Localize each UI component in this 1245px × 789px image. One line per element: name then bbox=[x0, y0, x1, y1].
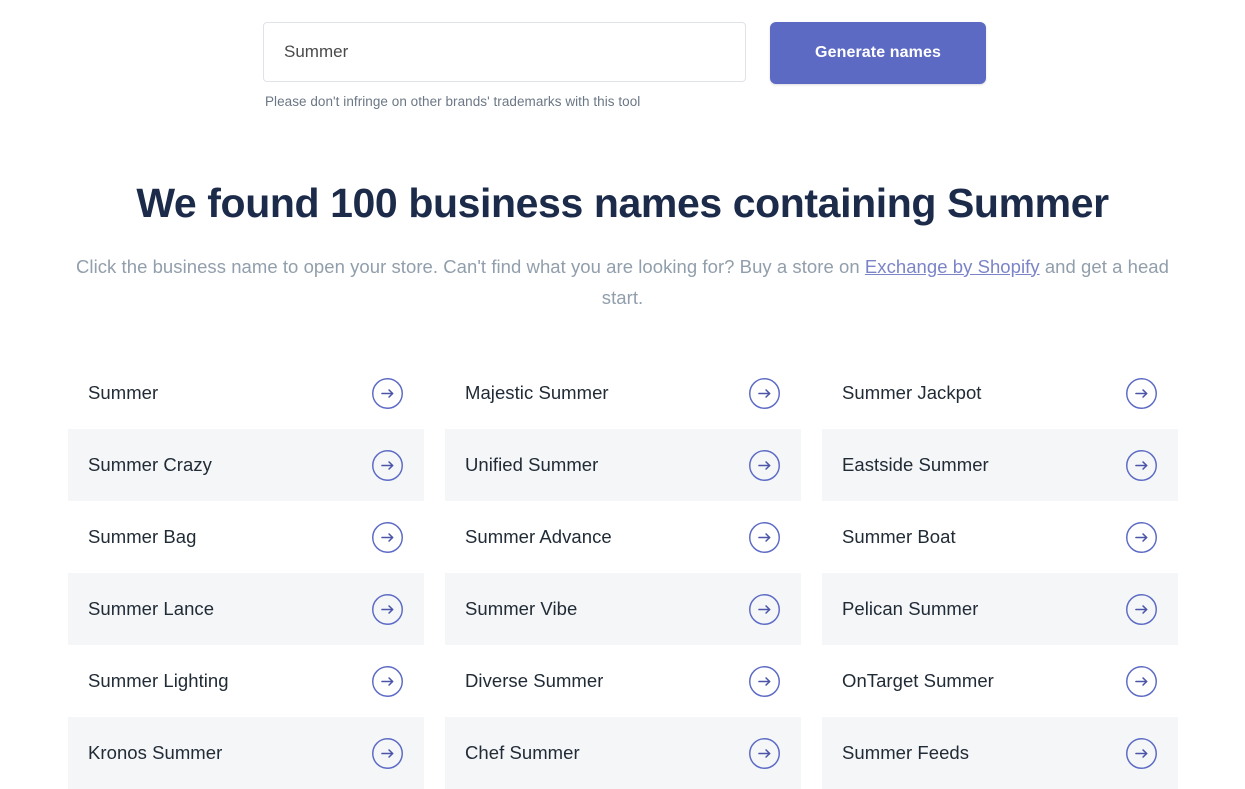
business-name-label: Summer Lighting bbox=[88, 670, 229, 691]
business-name-label: Unified Summer bbox=[465, 454, 599, 475]
business-name-row[interactable]: Summer Bag bbox=[68, 501, 424, 573]
subtitle-text-before: Click the business name to open your sto… bbox=[76, 255, 865, 277]
page-subtitle: Click the business name to open your sto… bbox=[73, 251, 1173, 313]
arrow-right-circle-icon[interactable] bbox=[1125, 521, 1158, 554]
results-column-1: Summer Summer Crazy Summer Bag Summer Lance… bbox=[68, 357, 424, 789]
business-name-row[interactable]: Summer Lance bbox=[68, 573, 424, 645]
business-name-label: Chef Summer bbox=[465, 742, 580, 763]
business-name-label: Summer Jackpot bbox=[842, 382, 982, 403]
arrow-right-circle-icon[interactable] bbox=[371, 593, 404, 626]
business-name-row[interactable]: Summer Jackpot bbox=[822, 357, 1178, 429]
business-name-row[interactable]: Summer Vibe bbox=[445, 573, 801, 645]
business-name-row[interactable]: Summer bbox=[68, 357, 424, 429]
results-grid: Summer Summer Crazy Summer Bag Summer Lance… bbox=[68, 357, 1178, 789]
results-column-3: Summer Jackpot Eastside Summer Summer Boat… bbox=[822, 357, 1178, 789]
business-name-row[interactable]: Diverse Summer bbox=[445, 645, 801, 717]
business-name-row[interactable]: Summer Crazy bbox=[68, 429, 424, 501]
keyword-input[interactable] bbox=[263, 22, 746, 82]
business-name-label: Summer Crazy bbox=[88, 454, 212, 475]
business-name-label: Diverse Summer bbox=[465, 670, 604, 691]
arrow-right-circle-icon[interactable] bbox=[371, 521, 404, 554]
business-name-row[interactable]: Chef Summer bbox=[445, 717, 801, 789]
arrow-right-circle-icon[interactable] bbox=[1125, 377, 1158, 410]
arrow-right-circle-icon[interactable] bbox=[1125, 665, 1158, 698]
business-name-label: OnTarget Summer bbox=[842, 670, 994, 691]
arrow-right-circle-icon[interactable] bbox=[371, 737, 404, 770]
arrow-right-circle-icon[interactable] bbox=[748, 449, 781, 482]
business-name-label: Summer Lance bbox=[88, 598, 215, 619]
business-name-label: Majestic Summer bbox=[465, 382, 609, 403]
business-name-row[interactable]: Eastside Summer bbox=[822, 429, 1178, 501]
business-name-label: Summer Bag bbox=[88, 526, 197, 547]
trademark-helper-text: Please don't infringe on other brands' t… bbox=[265, 94, 641, 109]
page-title: We found 100 business names containing S… bbox=[136, 180, 1109, 227]
business-name-row[interactable]: Pelican Summer bbox=[822, 573, 1178, 645]
business-name-label: Summer bbox=[88, 382, 159, 403]
arrow-right-circle-icon[interactable] bbox=[748, 377, 781, 410]
arrow-right-circle-icon[interactable] bbox=[748, 593, 781, 626]
arrow-right-circle-icon[interactable] bbox=[1125, 737, 1158, 770]
arrow-right-circle-icon[interactable] bbox=[748, 737, 781, 770]
arrow-right-circle-icon[interactable] bbox=[748, 665, 781, 698]
business-name-row[interactable]: Unified Summer bbox=[445, 429, 801, 501]
arrow-right-circle-icon[interactable] bbox=[371, 377, 404, 410]
business-name-label: Summer Feeds bbox=[842, 742, 970, 763]
business-name-row[interactable]: Summer Boat bbox=[822, 501, 1178, 573]
arrow-right-circle-icon[interactable] bbox=[371, 449, 404, 482]
search-row: Generate names bbox=[0, 0, 1245, 84]
generate-names-button[interactable]: Generate names bbox=[770, 22, 986, 84]
business-name-row[interactable]: Kronos Summer bbox=[68, 717, 424, 789]
business-name-row[interactable]: Summer Feeds bbox=[822, 717, 1178, 789]
search-area: Generate names bbox=[0, 0, 1245, 84]
business-name-label: Pelican Summer bbox=[842, 598, 979, 619]
business-name-row[interactable]: Summer Advance bbox=[445, 501, 801, 573]
business-name-row[interactable]: Majestic Summer bbox=[445, 357, 801, 429]
results-column-2: Majestic Summer Unified Summer Summer Adva… bbox=[445, 357, 801, 789]
arrow-right-circle-icon[interactable] bbox=[1125, 449, 1158, 482]
exchange-by-shopify-link[interactable]: Exchange by Shopify bbox=[865, 256, 1040, 277]
business-name-generator-page: Generate names Please don't infringe on … bbox=[0, 0, 1245, 789]
business-name-label: Kronos Summer bbox=[88, 742, 223, 763]
business-name-label: Eastside Summer bbox=[842, 454, 989, 475]
arrow-right-circle-icon[interactable] bbox=[371, 665, 404, 698]
business-name-row[interactable]: OnTarget Summer bbox=[822, 645, 1178, 717]
business-name-label: Summer Boat bbox=[842, 526, 956, 547]
business-name-label: Summer Vibe bbox=[465, 598, 578, 619]
business-name-row[interactable]: Summer Lighting bbox=[68, 645, 424, 717]
business-name-label: Summer Advance bbox=[465, 526, 612, 547]
arrow-right-circle-icon[interactable] bbox=[748, 521, 781, 554]
arrow-right-circle-icon[interactable] bbox=[1125, 593, 1158, 626]
